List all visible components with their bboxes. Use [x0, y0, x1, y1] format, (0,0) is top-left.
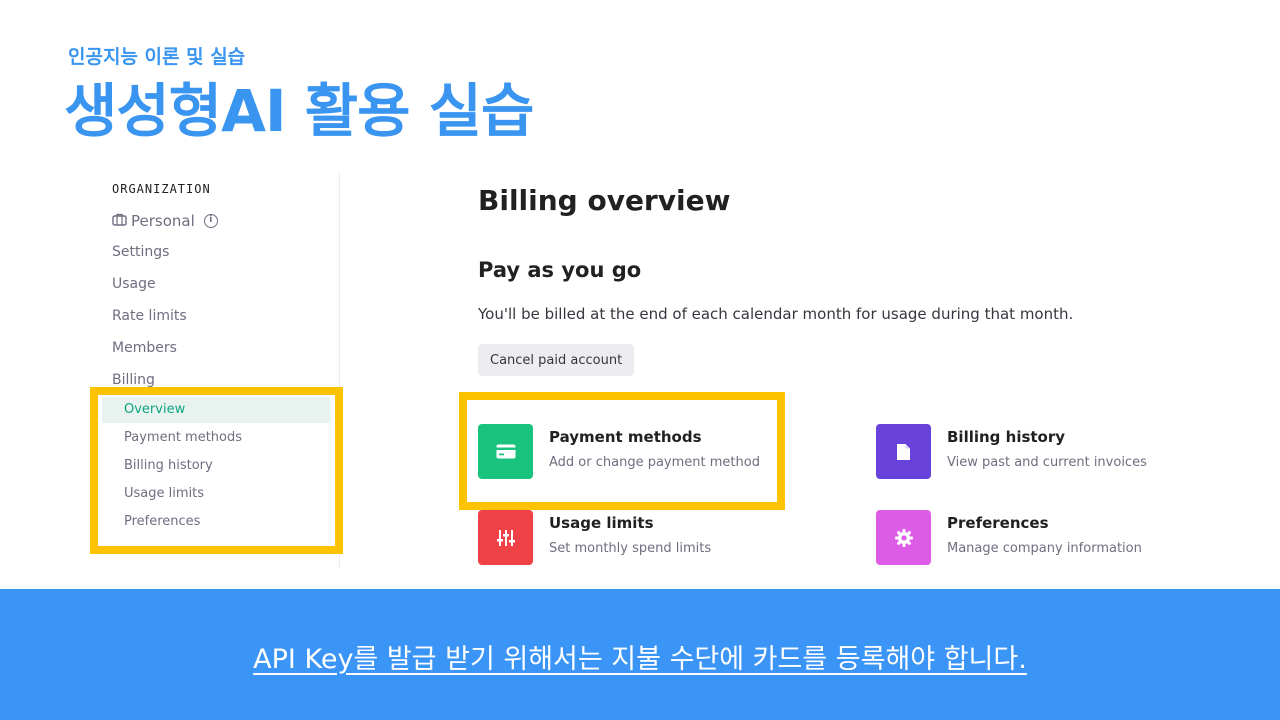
credit-card-icon: [478, 424, 533, 479]
sidebar-item-settings[interactable]: Settings: [112, 244, 169, 260]
card-billing-history[interactable]: Billing history View past and current in…: [876, 424, 1147, 479]
card-payment-methods[interactable]: Payment methods Add or change payment me…: [478, 424, 760, 479]
sidebar-item-usage[interactable]: Usage: [112, 276, 156, 292]
card-title: Usage limits: [549, 514, 654, 532]
slide-title: 생성형AI 활용 실습: [64, 77, 534, 145]
caption-text: API Key를 발급 받기 위해서는 지불 수단에 카드를 등록해야 합니다.: [253, 644, 1027, 675]
sidebar-item-members[interactable]: Members: [112, 340, 177, 356]
billing-description: You'll be billed at the end of each cale…: [478, 305, 1074, 323]
card-description: Set monthly spend limits: [549, 541, 712, 556]
org-name: Personal: [131, 212, 195, 230]
card-usage-limits[interactable]: Usage limits Set monthly spend limits: [478, 510, 711, 565]
section-title: Pay as you go: [478, 258, 642, 282]
gear-icon: [876, 510, 931, 565]
document-icon: [876, 424, 931, 479]
info-icon[interactable]: i: [203, 214, 218, 228]
slide-subtitle: 인공지능 이론 및 실습: [68, 46, 246, 68]
card-preferences[interactable]: Preferences Manage company information: [876, 510, 1142, 565]
card-title: Payment methods: [549, 428, 702, 446]
card-description: View past and current invoices: [947, 455, 1147, 470]
card-title: Billing history: [947, 428, 1066, 446]
cancel-paid-account-button[interactable]: Cancel paid account: [478, 344, 635, 376]
briefcase-icon: [112, 212, 127, 230]
organization-label: ORGANIZATION: [112, 182, 211, 196]
org-selector[interactable]: Personal i: [112, 212, 218, 230]
card-description: Manage company information: [947, 541, 1142, 556]
card-title: Preferences: [947, 514, 1049, 532]
caption-banner: API Key를 발급 받기 위해서는 지불 수단에 카드를 등록해야 합니다.: [0, 589, 1280, 720]
page-title: Billing overview: [478, 184, 731, 217]
sidebar-highlight-box: [90, 387, 343, 554]
sidebar-item-billing[interactable]: Billing: [112, 372, 155, 388]
card-description: Add or change payment method: [549, 455, 760, 470]
sliders-icon: [478, 510, 533, 565]
sidebar-item-rate-limits[interactable]: Rate limits: [112, 308, 187, 324]
